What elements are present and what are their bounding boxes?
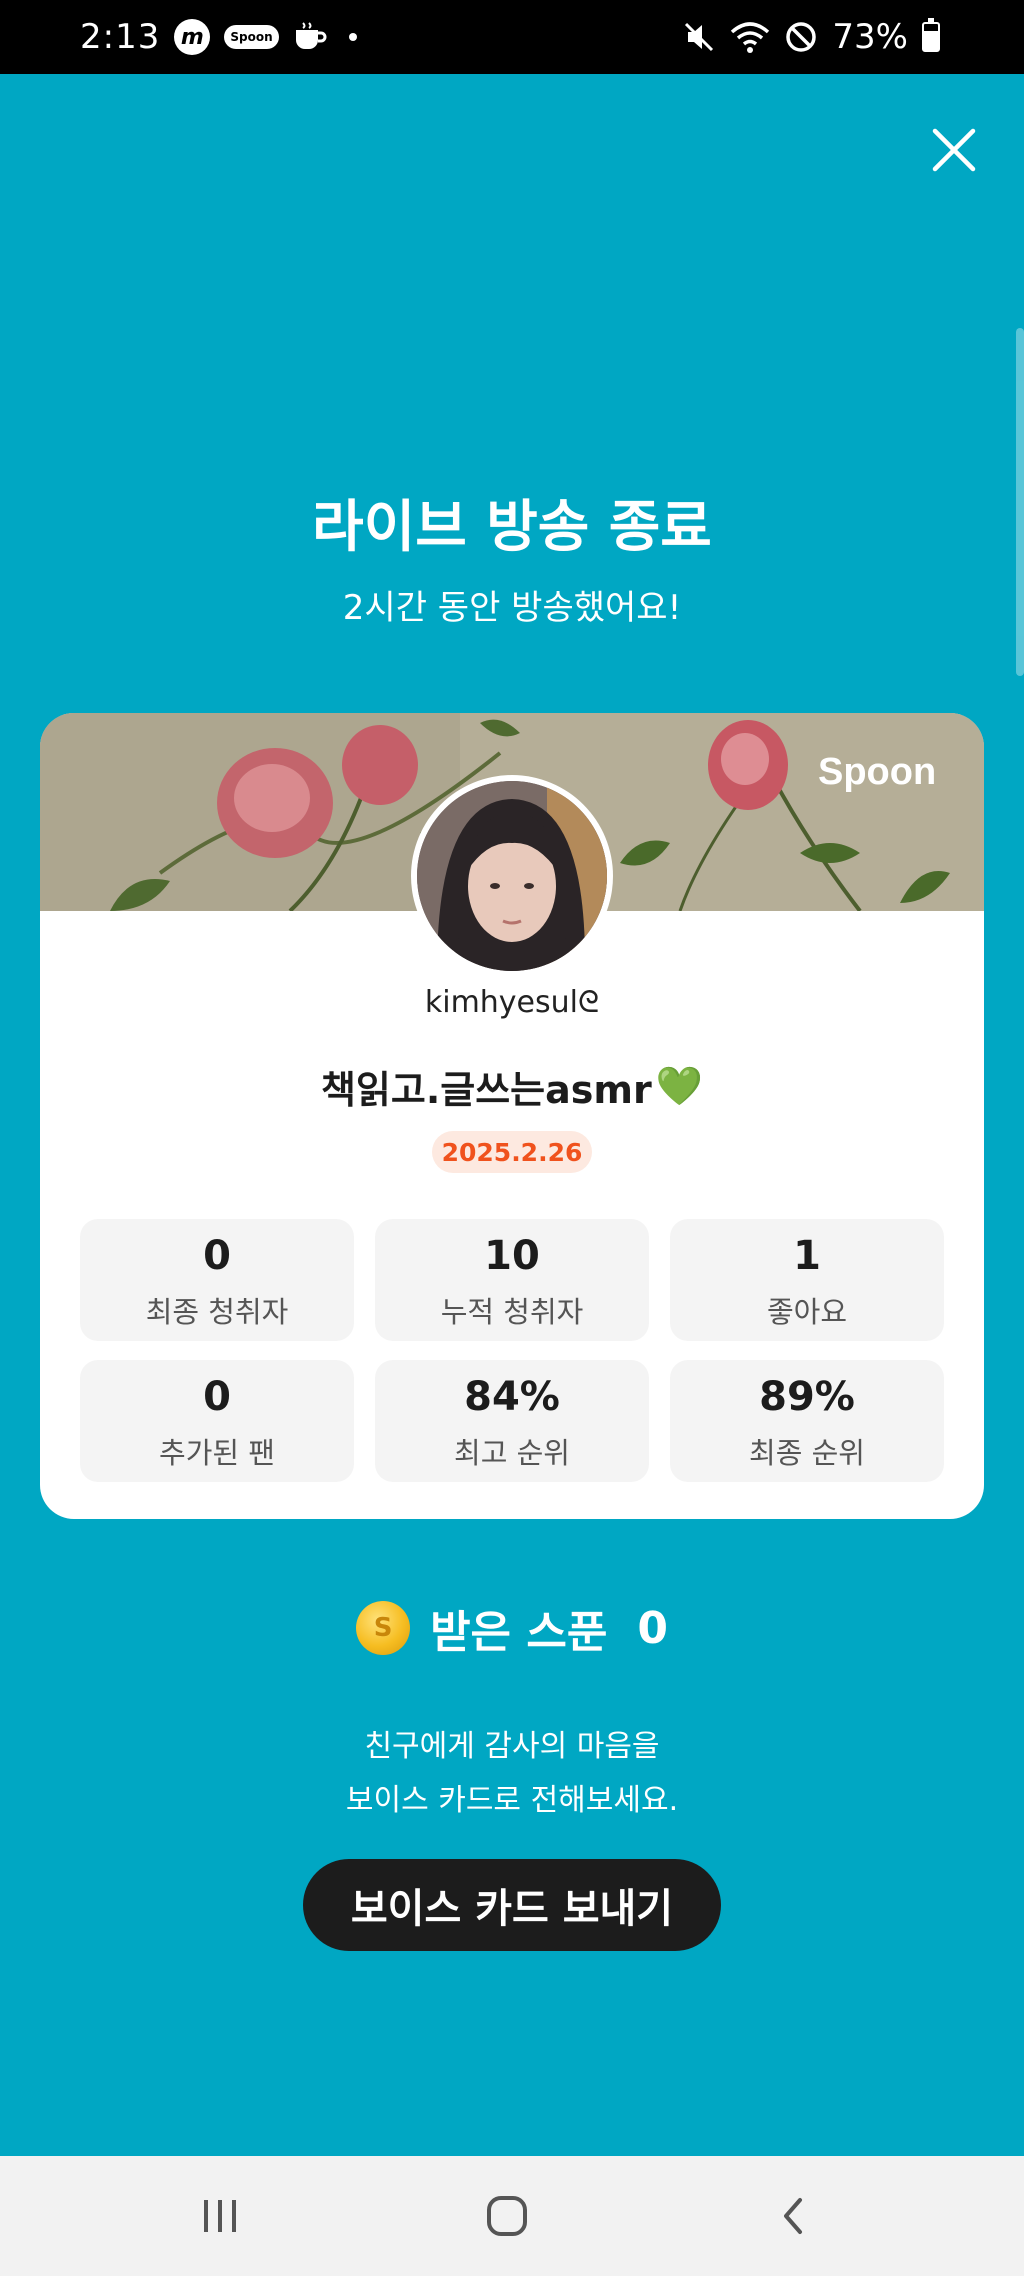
spoons-count: 0 <box>637 1602 668 1654</box>
spoons-received: S 받은 스푼 0 <box>0 1596 1024 1660</box>
broadcast-summary-card: Spoon kimhyesulᘓ 책읽고.글쓰는asmr 💚 2025.2.26… <box>40 713 984 1519</box>
spoon-logo: Spoon <box>818 751 937 793</box>
stat-final-rank: 89% 최종 순위 <box>670 1360 944 1482</box>
stat-value: 1 <box>793 1233 821 1279</box>
send-voice-card-button[interactable]: 보이스 카드 보내기 <box>303 1859 721 1951</box>
recent-apps-button[interactable] <box>190 2186 250 2246</box>
spoons-label: 받은 스푼 <box>430 1607 608 1658</box>
do-not-disturb-icon <box>784 20 818 54</box>
spoon-app-icon: Spoon <box>224 25 279 49</box>
stat-value: 89% <box>759 1374 855 1420</box>
thank-you-message: 친구에게 감사의 마음을 보이스 카드로 전해보세요. <box>0 1720 1024 1828</box>
avatar[interactable] <box>411 775 613 977</box>
stat-value: 84% <box>464 1374 560 1420</box>
status-time: 2:13 <box>80 17 161 57</box>
green-heart-icon: 💚 <box>655 1064 704 1108</box>
status-right: 73% <box>682 17 940 57</box>
broadcast-title: 책읽고.글쓰는asmr 💚 <box>40 1059 984 1114</box>
stat-final-listeners: 0 최종 청취자 <box>80 1219 354 1341</box>
message-line: 친구에게 감사의 마음을 <box>364 1729 660 1764</box>
mute-icon <box>682 20 716 54</box>
stat-total-listeners: 10 누적 청취자 <box>375 1219 649 1341</box>
stat-label: 좋아요 <box>766 1295 848 1329</box>
stat-value: 0 <box>203 1233 231 1279</box>
status-left: 2:13 m Spoon <box>80 17 357 57</box>
stat-label: 최종 청취자 <box>145 1295 289 1329</box>
coffee-cup-icon <box>293 22 327 52</box>
home-button[interactable] <box>477 2186 537 2246</box>
recent-apps-icon <box>204 2200 236 2232</box>
spoon-coin-icon: S <box>356 1601 411 1655</box>
notification-dot-icon <box>348 33 357 41</box>
stat-value: 10 <box>484 1233 540 1279</box>
stat-new-fans: 0 추가된 팬 <box>80 1360 354 1482</box>
username: kimhyesulᘓ <box>424 985 600 1020</box>
close-button[interactable] <box>924 120 984 180</box>
system-nav-bar <box>0 2156 1024 2276</box>
wifi-icon <box>730 20 770 54</box>
page-title: 라이브 방송 종료 <box>312 495 712 560</box>
stat-value: 0 <box>203 1374 231 1420</box>
back-button[interactable] <box>764 2186 824 2246</box>
home-icon <box>487 2196 527 2236</box>
stat-label: 추가된 팬 <box>159 1436 275 1470</box>
stat-likes: 1 좋아요 <box>670 1219 944 1341</box>
broadcast-duration: 2시간 동안 방송했어요! <box>342 588 682 628</box>
stat-label: 누적 청취자 <box>440 1295 584 1329</box>
status-bar: 2:13 m Spoon 73% <box>0 0 1024 74</box>
battery-icon <box>922 18 940 52</box>
stat-label: 최고 순위 <box>454 1436 570 1470</box>
close-icon <box>932 128 976 172</box>
broadcast-title-text: 책읽고.글쓰는asmr <box>320 1068 652 1112</box>
stat-label: 최종 순위 <box>749 1436 865 1470</box>
date-badge: 2025.2.26 <box>432 1131 592 1173</box>
back-icon <box>784 2198 802 2234</box>
battery-percent: 73% <box>832 17 908 57</box>
message-line: 보이스 카드로 전해보세요. <box>345 1783 679 1818</box>
avatar-photo <box>417 781 607 971</box>
stat-best-rank: 84% 최고 순위 <box>375 1360 649 1482</box>
m-app-icon: m <box>174 19 211 55</box>
